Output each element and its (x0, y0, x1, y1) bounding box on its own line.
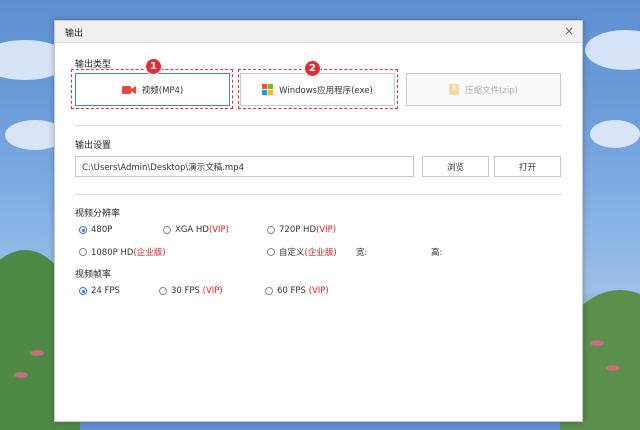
res-1080p-label: 1080P HD (91, 248, 134, 258)
highlight-box-1 (71, 69, 233, 109)
res-720p-label: 720P HD (279, 225, 316, 235)
type-zip-label: 压缩文件(zip) (465, 85, 518, 96)
vip-tag: (VIP) (308, 286, 329, 296)
dialog-titlebar: 输出 × (55, 21, 582, 43)
output-settings-heading: 输出设置 (75, 141, 112, 151)
res-xga-radio[interactable]: XGA HD(VIP) (163, 225, 229, 235)
open-button[interactable]: 打开 (494, 156, 561, 177)
width-label: 宽: (356, 248, 368, 258)
vip-tag: (VIP) (316, 225, 337, 235)
fps-60-radio[interactable]: 60 FPS (VIP) (265, 286, 329, 296)
enterprise-tag: (企业版) (133, 248, 166, 258)
res-480p-radio[interactable]: 480P (79, 225, 112, 235)
res-custom-label: 自定义 (279, 248, 305, 258)
res-480p-label: 480P (91, 225, 113, 235)
fps-60-label: 60 FPS (277, 286, 306, 296)
res-1080p-radio[interactable]: 1080P HD(企业版) (79, 246, 166, 258)
radio-icon (159, 287, 167, 295)
radio-icon (267, 248, 275, 256)
radio-icon (79, 248, 87, 256)
res-xga-label: XGA HD (175, 225, 209, 235)
vip-tag: (VIP) (208, 225, 229, 235)
dialog-title: 输出 (65, 29, 84, 39)
type-zip-button[interactable]: 压缩文件(zip) (406, 73, 561, 106)
highlight-box-2 (238, 69, 398, 109)
height-label: 高: (431, 248, 443, 258)
res-720p-radio[interactable]: 720P HD(VIP) (267, 225, 336, 235)
annotation-badge-1: 1 (146, 59, 161, 74)
radio-icon (265, 287, 273, 295)
export-dialog: 输出 × 输出类型 视频(MP4) Windows应用程序(exe) 压缩文件(… (54, 20, 583, 422)
resolution-heading: 视频分辨率 (75, 209, 121, 219)
divider (75, 194, 562, 195)
vip-tag: (VIP) (202, 286, 223, 296)
zip-archive-icon (449, 84, 460, 95)
annotation-badge-2: 2 (305, 61, 320, 76)
radio-icon (267, 226, 275, 234)
radio-icon (163, 226, 171, 234)
browse-button[interactable]: 浏览 (422, 156, 489, 177)
fps-24-label: 24 FPS (91, 286, 120, 296)
fps-30-radio[interactable]: 30 FPS (VIP) (159, 286, 223, 296)
radio-selected-icon (79, 287, 87, 295)
output-path-field[interactable]: C:\Users\Admin\Desktop\演示文稿.mp4 (75, 156, 414, 177)
close-icon[interactable]: × (564, 24, 574, 38)
divider (75, 125, 562, 126)
fps-24-radio[interactable]: 24 FPS (79, 286, 120, 296)
framerate-heading: 视频帧率 (75, 270, 112, 280)
radio-selected-icon (79, 226, 87, 234)
enterprise-tag: (企业版) (304, 248, 337, 258)
res-custom-radio[interactable]: 自定义(企业版) (267, 246, 337, 258)
fps-30-label: 30 FPS (171, 286, 200, 296)
